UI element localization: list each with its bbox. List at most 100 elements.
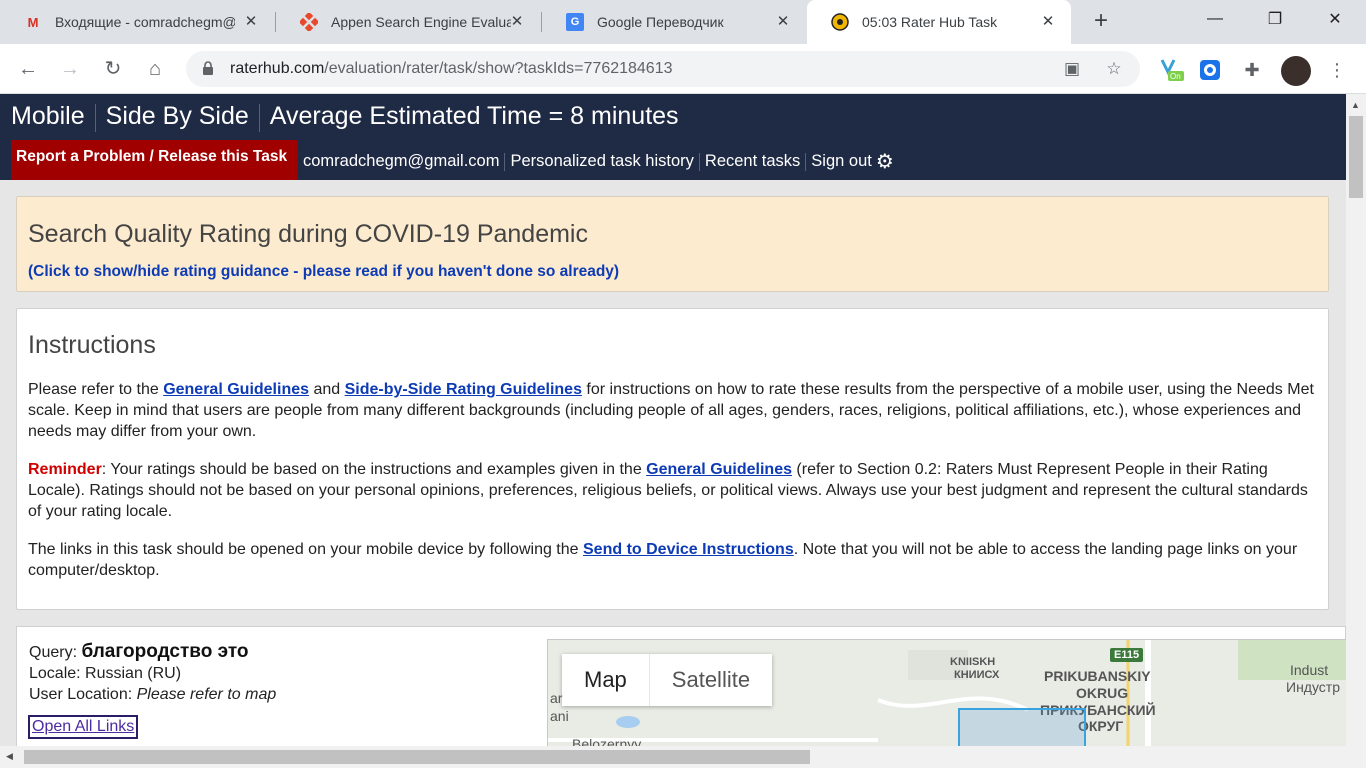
url-text: raterhub.com/evaluation/rater/task/show?… — [230, 60, 673, 78]
map-button[interactable]: Map — [562, 654, 649, 706]
reload-icon[interactable]: ↻ — [99, 55, 127, 83]
close-icon[interactable]: ✕ — [1039, 13, 1057, 31]
tab-rater-hub[interactable]: 05:03 Rater Hub Task ✕ — [807, 0, 1071, 44]
close-icon[interactable]: ✕ — [774, 13, 792, 31]
instructions-paragraph: Please refer to the General Guidelines a… — [28, 379, 1318, 442]
gear-icon[interactable]: ⚙ — [876, 149, 894, 174]
page-viewport: Mobile Side By Side Average Estimated Ti… — [0, 94, 1346, 746]
profile-avatar[interactable] — [1281, 56, 1311, 86]
task-device: Mobile — [11, 102, 85, 130]
map-label: ar — [550, 690, 563, 706]
report-problem-button[interactable]: Report a Problem / Release this Task — [11, 140, 298, 180]
translate-icon[interactable]: ▣ — [1062, 59, 1082, 79]
reminder-paragraph: Reminder: Your ratings should be based o… — [28, 459, 1318, 522]
back-icon[interactable]: ← — [14, 55, 42, 83]
query-info: Query: благородство это Locale: Russian … — [29, 641, 276, 705]
map-label: OKRUG — [1076, 685, 1129, 701]
minimize-button[interactable]: — — [1185, 0, 1245, 38]
tab-title: 05:03 Rater Hub Task — [862, 14, 998, 30]
task-type: Side By Side — [105, 102, 249, 130]
text: and — [309, 381, 345, 398]
google-translate-icon: G — [566, 13, 584, 31]
district-boundary — [958, 708, 1086, 746]
general-guidelines-link[interactable]: General Guidelines — [646, 461, 792, 478]
covid-guidance-banner: Search Quality Rating during COVID-19 Pa… — [16, 196, 1329, 292]
location-line: User Location: Please refer to map — [29, 684, 276, 705]
tab-title: Appen Search Engine Evalua — [331, 14, 511, 30]
task-history-link[interactable]: Personalized task history — [510, 152, 693, 171]
appen-icon — [300, 13, 318, 31]
tab-strip: M Входящие - comradchegm@ ✕ Appen Search… — [0, 0, 1366, 44]
open-all-links-button[interactable]: Open All Links — [28, 715, 139, 739]
scroll-up-icon[interactable]: ▲ — [1351, 100, 1360, 110]
close-icon[interactable]: ✕ — [508, 13, 526, 31]
road-badge: E115 — [1110, 648, 1144, 662]
new-tab-button[interactable]: + — [1089, 9, 1113, 34]
forward-icon[interactable]: → — [56, 55, 84, 83]
query-text: благородство это — [81, 641, 249, 662]
locale-line: Locale: Russian (RU) — [29, 663, 276, 684]
map-type-control: Map Satellite — [562, 654, 773, 706]
guidance-toggle-link[interactable]: (Click to show/hide rating guidance - pl… — [28, 263, 619, 281]
map-label: PRIKUBANSKIY — [1044, 668, 1151, 684]
lock-icon — [202, 61, 214, 75]
tab-appen[interactable]: Appen Search Engine Evalua ✕ — [276, 0, 540, 44]
query-line: Query: благородство это — [29, 641, 276, 663]
tab-title: Входящие - comradchegm@ — [55, 14, 235, 30]
send-to-device-link[interactable]: Send to Device Instructions — [583, 541, 794, 558]
header-nav: comradchegm@gmail.com Personalized task … — [303, 149, 894, 174]
home-icon[interactable]: ⌂ — [141, 55, 169, 83]
map-label: КНИИСХ — [954, 669, 1000, 681]
location-value: Please refer to map — [136, 686, 277, 703]
rater-header: Mobile Side By Side Average Estimated Ti… — [0, 94, 1346, 180]
vertical-scrollbar[interactable]: ▲ — [1346, 94, 1366, 746]
map-label: Belozernyy — [572, 736, 642, 746]
tab-title: Google Переводчик — [597, 14, 724, 30]
location-label: User Location: — [29, 686, 137, 703]
url-host: raterhub.com — [230, 60, 325, 77]
task-title: Mobile Side By Side Average Estimated Ti… — [11, 102, 679, 132]
scrollbar-thumb[interactable] — [24, 750, 810, 764]
menu-icon[interactable]: ⋮ — [1325, 58, 1349, 82]
svg-text:On: On — [1170, 72, 1181, 81]
instructions-heading: Instructions — [28, 331, 156, 359]
scrollbar-thumb[interactable] — [1349, 116, 1363, 198]
tab-gmail[interactable]: M Входящие - comradchegm@ ✕ — [0, 0, 274, 44]
task-time: Average Estimated Time = 8 minutes — [269, 102, 679, 130]
query-label: Query: — [29, 644, 82, 661]
banner-title: Search Quality Rating during COVID-19 Pa… — [28, 220, 588, 248]
text: Please refer to the — [28, 381, 164, 398]
sign-out-link[interactable]: Sign out — [811, 152, 872, 171]
horizontal-scrollbar[interactable]: ◀ — [0, 746, 1366, 768]
sxs-guidelines-link[interactable]: Side-by-Side Rating Guidelines — [345, 381, 582, 398]
star-icon[interactable]: ☆ — [1104, 59, 1124, 79]
close-icon[interactable]: ✕ — [242, 13, 260, 31]
text: : Your ratings should be based on the in… — [101, 461, 647, 478]
user-email-link[interactable]: comradchegm@gmail.com — [303, 152, 499, 171]
browser-toolbar: ← → ↻ ⌂ raterhub.com/evaluation/rater/ta… — [0, 44, 1366, 94]
title-divider — [258, 104, 260, 132]
address-bar[interactable]: raterhub.com/evaluation/rater/task/show?… — [186, 51, 1140, 87]
general-guidelines-link[interactable]: General Guidelines — [163, 381, 309, 398]
user-location-map[interactable]: Map Satellite E115 KNIISKH КНИИСХ PRIKUB… — [547, 639, 1346, 746]
window-close-button[interactable]: ✕ — [1305, 0, 1365, 38]
locale-label: Locale: — [29, 665, 86, 682]
instructions-panel: Instructions Please refer to the General… — [16, 308, 1329, 610]
text: The links in this task should be opened … — [28, 541, 583, 558]
vpn-extension-icon[interactable]: On — [1160, 58, 1184, 82]
maximize-button[interactable]: ❐ — [1245, 0, 1305, 38]
query-panel: Query: благородство это Locale: Russian … — [16, 626, 1346, 746]
gmail-icon: M — [27, 14, 39, 30]
extension-icon[interactable] — [1198, 58, 1222, 82]
raterhub-icon — [831, 13, 849, 31]
nav-divider — [698, 152, 700, 171]
satellite-button[interactable]: Satellite — [648, 654, 772, 706]
scroll-left-icon[interactable]: ◀ — [6, 751, 13, 762]
nav-divider — [504, 152, 506, 171]
tab-google-translate[interactable]: G Google Переводчик ✕ — [542, 0, 806, 44]
device-paragraph: The links in this task should be opened … — [28, 539, 1318, 581]
map-label: Индустр — [1286, 679, 1341, 695]
puzzle-icon[interactable]: ✚ — [1240, 58, 1264, 82]
reminder-label: Reminder — [28, 461, 102, 478]
recent-tasks-link[interactable]: Recent tasks — [705, 152, 800, 171]
